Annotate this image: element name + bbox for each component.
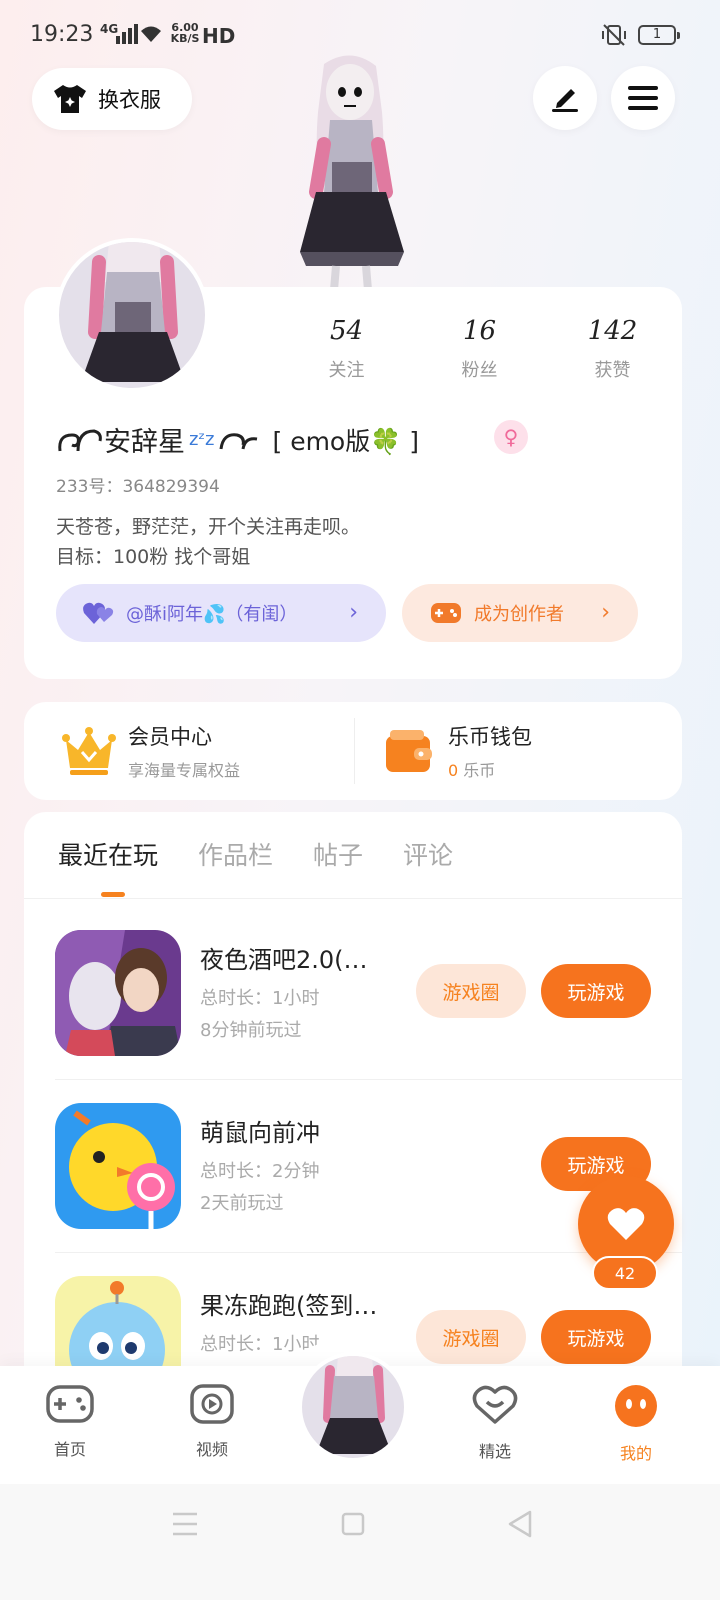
vibrate-mute-icon: [602, 24, 626, 46]
signal-icon: [116, 24, 138, 44]
avatar-thumbnail-image: [316, 1356, 392, 1454]
game-name: 夜色酒吧2.0(…: [200, 946, 368, 974]
tshirt-icon: [54, 85, 86, 113]
system-navigation-bar: [0, 1484, 720, 1600]
tab-works[interactable]: 作品栏: [198, 836, 273, 872]
nav-me[interactable]: 我的: [596, 1384, 676, 1464]
pen-icon: [552, 89, 578, 112]
swirl-decoration-icon: [58, 428, 102, 451]
become-creator-label: 成为创作者: [474, 604, 564, 625]
menu-icon: [628, 86, 658, 110]
bio-line: 天苍苍，野茫茫，开个关注再走呗。: [56, 516, 361, 538]
stat-followers[interactable]: 16 粉丝: [413, 316, 546, 382]
services-card: 会员中心 享海量专属权益 乐币钱包 0 乐币: [24, 702, 682, 800]
game-last-played: 8分钟前玩过: [200, 1020, 302, 1041]
stat-label: 关注: [328, 360, 365, 381]
game-circle-button[interactable]: 游戏圈: [416, 1310, 526, 1364]
nickname-tag: [ emo版🍀 ]: [272, 426, 420, 456]
hd-indicator: HD: [202, 24, 236, 48]
stat-number: 16: [462, 316, 497, 346]
profile-bio: 天苍苍，野茫茫，开个关注再走呗。 目标：100粉 找个哥姐: [56, 512, 360, 572]
wallet-title: 乐币钱包: [448, 725, 532, 749]
double-heart-icon: [83, 602, 114, 624]
game-circle-button[interactable]: 游戏圈: [416, 964, 526, 1018]
edit-profile-button[interactable]: [533, 66, 597, 130]
wallet-entry[interactable]: 乐币钱包 0 乐币: [384, 702, 532, 800]
home-icon[interactable]: [341, 1512, 365, 1536]
profile-stats: 54 关注 16 粉丝 142 获赞: [280, 316, 680, 382]
sleep-zzz-icon: zᶻz: [189, 429, 215, 450]
change-outfit-label: 换衣服: [98, 88, 161, 112]
profile-avatar[interactable]: [55, 238, 209, 392]
female-gender-icon: ♀: [494, 420, 528, 454]
tab-active-indicator: [101, 892, 125, 897]
guild-link-label: @酥i阿年💦（有闺）: [126, 604, 298, 625]
video-icon: [190, 1384, 234, 1424]
swirl-decoration-icon: [219, 432, 257, 449]
tab-posts[interactable]: 帖子: [313, 836, 363, 872]
bio-line: 目标：100粉 找个哥姐: [56, 546, 251, 568]
menu-button[interactable]: [611, 66, 675, 130]
divider: [354, 718, 355, 784]
nav-home[interactable]: 首页: [30, 1384, 110, 1460]
chevron-right-icon: ›: [601, 600, 610, 625]
guild-link-button[interactable]: @酥i阿年💦（有闺） ›: [56, 584, 386, 642]
chevron-right-icon: ›: [349, 600, 358, 625]
crown-icon: [62, 727, 116, 775]
avatar-portrait-image: [81, 242, 185, 382]
game-total-duration: 总时长：1小时: [200, 1334, 320, 1355]
game-total-duration: 总时长：2分钟: [200, 1161, 320, 1182]
avatar-character-figure[interactable]: [286, 52, 416, 292]
game-icon: [55, 930, 181, 1056]
user-id[interactable]: 233号：364829394: [56, 472, 220, 497]
network-speed: 6.00 KB/S: [170, 21, 200, 45]
wallet-icon: [386, 730, 432, 772]
recent-apps-icon[interactable]: [172, 1512, 198, 1536]
wifi-icon: [141, 26, 161, 42]
content-tabs: 最近在玩 作品栏 帖子 评论: [58, 836, 453, 872]
nav-avatar-button[interactable]: [298, 1352, 408, 1462]
member-center-subtitle: 享海量专属权益: [128, 761, 241, 780]
stat-number: 142: [587, 316, 638, 346]
nav-label: 视频: [195, 1440, 228, 1459]
tab-comments[interactable]: 评论: [403, 836, 453, 872]
play-game-button[interactable]: 玩游戏: [541, 964, 651, 1018]
become-creator-button[interactable]: 成为创作者 ›: [402, 584, 638, 642]
stat-following[interactable]: 54 关注: [280, 316, 413, 382]
games-card: 最近在玩 作品栏 帖子 评论 夜色酒吧2.0(… 总时长：1小时 8分钟前玩过 …: [24, 812, 682, 1412]
change-outfit-button[interactable]: 换衣服: [32, 68, 192, 130]
profile-nickname: 安辞星 zᶻz [ emo版🍀 ]: [56, 420, 419, 459]
stat-label: 获赞: [594, 360, 631, 381]
face-icon: [615, 1385, 657, 1427]
nickname-text: 安辞星: [104, 427, 185, 458]
game-name: 萌鼠向前冲: [200, 1119, 320, 1147]
member-center-entry[interactable]: 会员中心 享海量专属权益: [62, 702, 240, 800]
tab-recently-played[interactable]: 最近在玩: [58, 836, 158, 872]
nav-label: 首页: [53, 1440, 86, 1459]
nav-label: 我的: [619, 1444, 652, 1463]
back-icon[interactable]: [507, 1510, 533, 1538]
game-last-played: 2天前玩过: [200, 1193, 284, 1214]
battery-indicator: 1: [638, 25, 680, 45]
stat-label: 粉丝: [461, 360, 498, 381]
game-name: 果冻跑跑(签到…: [200, 1292, 378, 1320]
gamepad-icon: [46, 1385, 94, 1423]
heart-chat-icon: [472, 1385, 518, 1424]
game-row[interactable]: 夜色酒吧2.0(… 总时长：1小时 8分钟前玩过 游戏圈 玩游戏: [24, 900, 682, 1072]
nav-video[interactable]: 视频: [172, 1384, 252, 1460]
divider: [24, 898, 682, 899]
play-game-button[interactable]: 玩游戏: [541, 1310, 651, 1364]
gamepad-icon: [431, 603, 461, 623]
game-total-duration: 总时长：1小时: [200, 988, 320, 1009]
member-center-title: 会员中心: [128, 725, 212, 749]
wallet-balance: 0 乐币: [448, 761, 496, 780]
heart-icon: [607, 1208, 645, 1240]
nav-featured[interactable]: 精选: [455, 1384, 535, 1462]
stat-likes[interactable]: 142 获赞: [546, 316, 679, 382]
like-count-badge: 42: [592, 1256, 658, 1290]
status-time: 19:23: [30, 22, 94, 47]
stat-number: 54: [329, 316, 364, 346]
nav-label: 精选: [478, 1442, 511, 1461]
game-icon: [55, 1103, 181, 1229]
